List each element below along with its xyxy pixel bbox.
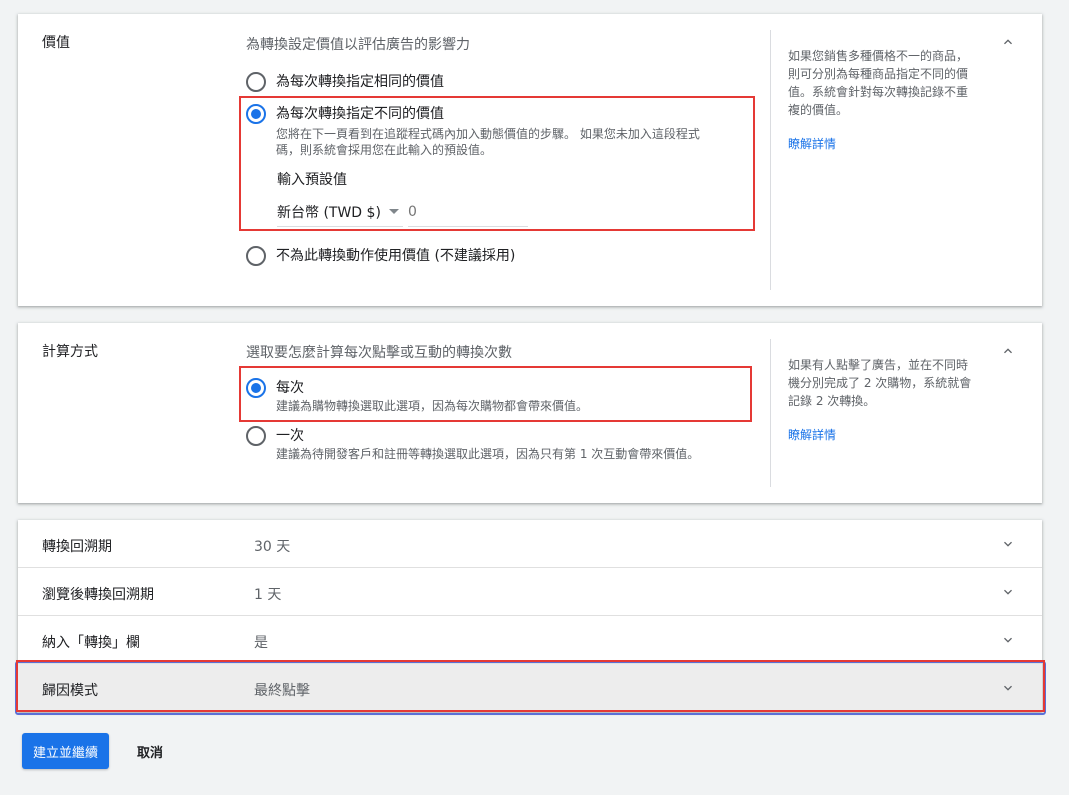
side-divider bbox=[770, 30, 771, 290]
currency-select-value: 新台幣 (TWD $) bbox=[277, 204, 381, 221]
radio-no-value[interactable] bbox=[246, 246, 266, 266]
settings-rows-card: 轉換回溯期 30 天 瀏覽後轉換回溯期 1 天 納入「轉換」欄 是 歸因模式 最… bbox=[18, 520, 1042, 712]
count-option-one-hint: 建議為待開發客戶和註冊等轉換選取此選項，因為只有第 1 次互動會帶來價值。 bbox=[276, 447, 700, 461]
value-learn-more-link[interactable]: 瞭解詳情 bbox=[788, 135, 836, 152]
create-and-continue-button[interactable]: 建立並繼續 bbox=[22, 733, 109, 769]
default-value-input[interactable] bbox=[408, 197, 528, 227]
count-learn-more-link[interactable]: 瞭解詳情 bbox=[788, 426, 836, 443]
value-help-text: 如果您銷售多種價格不一的商品，則可分別為每種商品指定不同的價值。系統會針對每次轉… bbox=[788, 49, 969, 117]
value-section-card: 價值 為轉換設定價值以評估廣告的影響力 為每次轉換指定相同的價值 為每次轉換指定… bbox=[18, 14, 1042, 306]
value-option-none-label: 不為此轉換動作使用價值 (不建議採用) bbox=[276, 248, 516, 264]
chevron-down-icon[interactable] bbox=[1000, 632, 1016, 648]
value-option-different-label: 為每次轉換指定不同的價值 bbox=[276, 106, 444, 122]
chevron-down-icon[interactable] bbox=[1000, 536, 1016, 552]
row-value: 是 bbox=[254, 635, 268, 651]
count-option-every-hint: 建議為購物轉換選取此選項，因為每次購物都會帶來價值。 bbox=[276, 399, 589, 413]
row-value: 最終點擊 bbox=[254, 683, 310, 699]
row-value: 1 天 bbox=[254, 587, 282, 603]
count-option-every[interactable]: 每次 建議為購物轉換選取此選項，因為每次購物都會帶來價值。 bbox=[246, 378, 588, 414]
count-option-one-label: 一次 bbox=[276, 428, 304, 444]
value-section-description: 為轉換設定價值以評估廣告的影響力 bbox=[246, 37, 470, 53]
dropdown-arrow-icon bbox=[388, 209, 399, 214]
row-view-through-window[interactable]: 瀏覽後轉換回溯期 1 天 bbox=[18, 568, 1042, 616]
row-label: 轉換回溯期 bbox=[42, 539, 112, 555]
collapse-chevron-up-icon[interactable] bbox=[1000, 343, 1016, 359]
side-divider bbox=[770, 339, 771, 487]
count-section-description: 選取要怎麼計算每次點擊或互動的轉換次數 bbox=[246, 345, 512, 361]
cancel-button[interactable]: 取消 bbox=[125, 733, 175, 769]
chevron-down-icon[interactable] bbox=[1000, 680, 1016, 696]
value-option-different[interactable]: 為每次轉換指定不同的價值 您將在下一頁看到在追蹤程式碼內加入動態價值的步驟。 如… bbox=[246, 104, 700, 158]
count-option-every-label: 每次 bbox=[276, 380, 304, 396]
currency-select[interactable]: 新台幣 (TWD $) bbox=[277, 197, 403, 227]
value-section-title: 價值 bbox=[42, 35, 70, 51]
default-value-label: 輸入預設值 bbox=[277, 172, 347, 188]
count-help-text: 如果有人點擊了廣告，並在不同時機分別完成了 2 次購物，系統就會記錄 2 次轉換… bbox=[788, 358, 972, 408]
row-conversion-window[interactable]: 轉換回溯期 30 天 bbox=[18, 520, 1042, 568]
row-label: 歸因模式 bbox=[42, 683, 98, 699]
radio-different-value[interactable] bbox=[246, 104, 266, 124]
radio-every[interactable] bbox=[246, 378, 266, 398]
count-section-card: 計算方式 選取要怎麼計算每次點擊或互動的轉換次數 每次 建議為購物轉換選取此選項… bbox=[18, 323, 1042, 503]
row-label: 納入「轉換」欄 bbox=[42, 635, 140, 651]
radio-one[interactable] bbox=[246, 426, 266, 446]
value-option-none[interactable]: 不為此轉換動作使用價值 (不建議採用) bbox=[246, 246, 515, 266]
row-include-in-conversions[interactable]: 納入「轉換」欄 是 bbox=[18, 616, 1042, 664]
row-label: 瀏覽後轉換回溯期 bbox=[42, 587, 154, 603]
value-option-same-label: 為每次轉換指定相同的價值 bbox=[276, 74, 444, 90]
chevron-down-icon[interactable] bbox=[1000, 584, 1016, 600]
value-option-different-hint-line1: 您將在下一頁看到在追蹤程式碼內加入動態價值的步驟。 如果您未加入這段程式 bbox=[276, 127, 700, 141]
radio-same-value[interactable] bbox=[246, 72, 266, 92]
collapse-chevron-up-icon[interactable] bbox=[1000, 34, 1016, 50]
value-option-different-hint-line2: 碼，則系統會採用您在此輸入的預設值。 bbox=[276, 143, 493, 157]
value-option-same[interactable]: 為每次轉換指定相同的價值 bbox=[246, 72, 444, 92]
row-attribution-model[interactable]: 歸因模式 最終點擊 bbox=[18, 664, 1042, 712]
row-value: 30 天 bbox=[254, 539, 291, 555]
count-section-title: 計算方式 bbox=[42, 344, 98, 360]
count-option-one[interactable]: 一次 建議為待開發客戶和註冊等轉換選取此選項，因為只有第 1 次互動會帶來價值。 bbox=[246, 426, 699, 462]
